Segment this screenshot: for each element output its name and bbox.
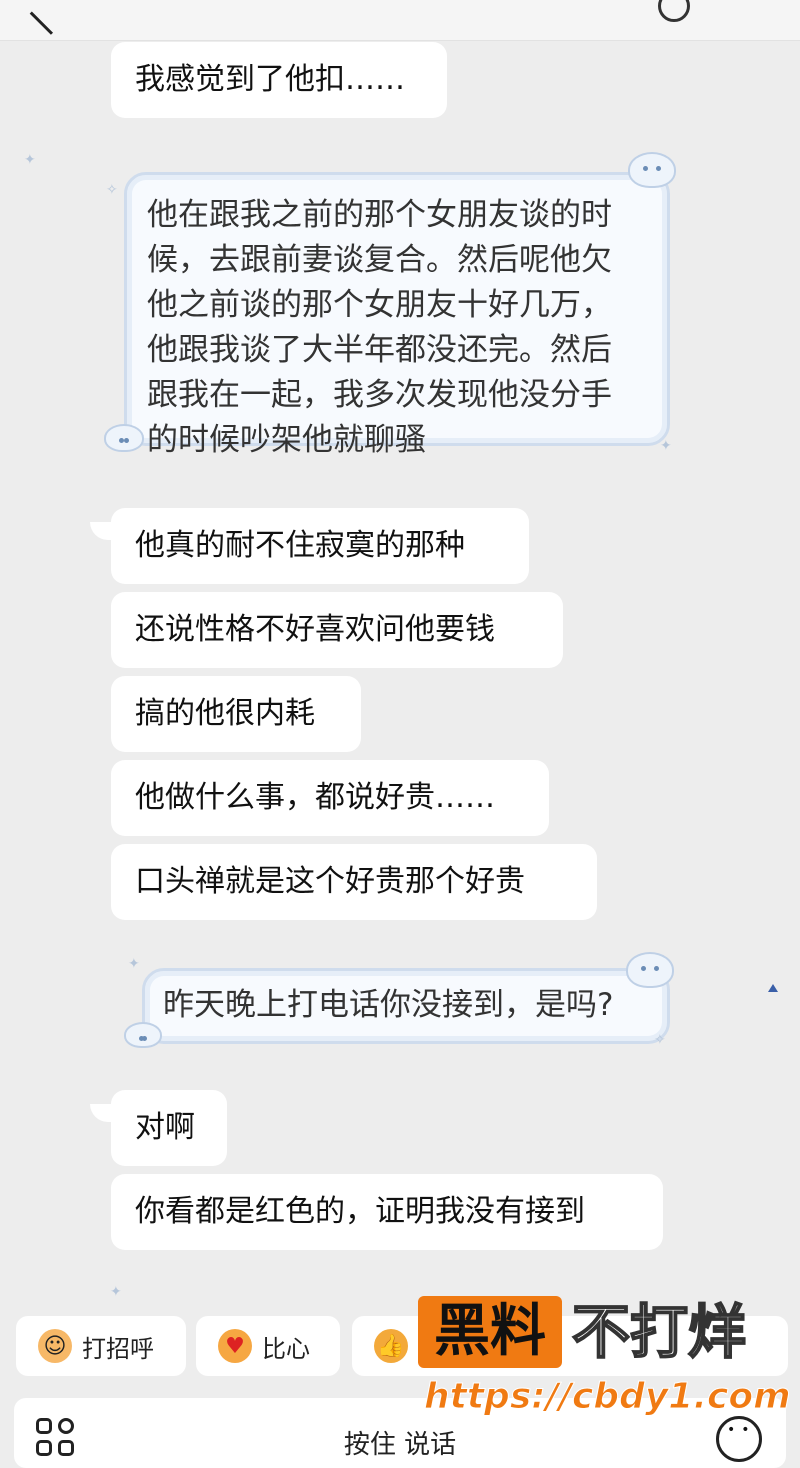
- attachment-icon[interactable]: [658, 0, 690, 22]
- message-bubble[interactable]: 口头禅就是这个好贵那个好贵: [111, 844, 597, 920]
- message-text: 我感觉到了他扣……: [135, 62, 405, 97]
- heart-hand-icon: ♥: [218, 1329, 252, 1363]
- message-text: 口头禅就是这个好贵那个好贵: [135, 864, 525, 899]
- watermark-text: 不打烊: [571, 1297, 747, 1367]
- star-icon: ✧: [654, 1032, 666, 1048]
- message-bubble[interactable]: 他真的耐不住寂寞的那种: [111, 508, 529, 584]
- cat-sticker-icon: [626, 952, 674, 988]
- quick-reply-label: 打招呼: [82, 1334, 154, 1363]
- message-text: 搞的他很内耗: [135, 696, 315, 731]
- smile-wave-icon: ☺: [38, 1329, 72, 1363]
- quick-reply-heart[interactable]: ♥ 比心: [196, 1316, 340, 1376]
- quick-reply-greet[interactable]: ☺ 打招呼: [16, 1316, 186, 1376]
- message-text: 还说性格不好喜欢问他要钱: [135, 612, 495, 647]
- message-text: 他在跟我之前的那个女朋友谈的时 候，去跟前妻谈复合。然后呢他欠 他之前谈的那个女…: [147, 197, 612, 458]
- message-text: 你看都是红色的，证明我没有接到: [135, 1194, 585, 1229]
- quick-reply-label: 比心: [262, 1334, 310, 1363]
- message-bubble-decorated[interactable]: 他在跟我之前的那个女朋友谈的时 候，去跟前妻谈复合。然后呢他欠 他之前谈的那个女…: [124, 172, 670, 458]
- emoji-icon[interactable]: [716, 1416, 762, 1462]
- message-bubble-decorated[interactable]: 昨天晚上打电话你没接到，是吗?: [142, 968, 670, 1044]
- message-bubble[interactable]: 我感觉到了他扣……: [111, 42, 447, 118]
- message-bubble[interactable]: 对啊: [111, 1090, 227, 1166]
- message-text: 昨天晚上打电话你没接到，是吗?: [163, 987, 614, 1023]
- message-bubble[interactable]: 你看都是红色的，证明我没有接到: [111, 1174, 663, 1250]
- back-arrow-icon[interactable]: [29, 0, 82, 35]
- cat-sticker-icon: [124, 1022, 162, 1048]
- star-icon: ✧: [106, 182, 118, 198]
- hold-to-talk-button[interactable]: 按住 说话: [14, 1424, 786, 1461]
- message-text: 他真的耐不住寂寞的那种: [135, 528, 465, 563]
- message-text: 对啊: [135, 1110, 195, 1145]
- indicator-marker: [768, 984, 778, 992]
- watermark-url: https://cbdy1.com: [424, 1376, 792, 1418]
- watermark-badge: 黑料: [418, 1296, 562, 1368]
- thumbs-up-icon: 👍: [374, 1329, 408, 1363]
- cat-sticker-icon: [104, 424, 144, 452]
- message-bubble[interactable]: 他做什么事，都说好贵……: [111, 760, 549, 836]
- star-icon: ✦: [24, 152, 36, 168]
- message-bubble[interactable]: 还说性格不好喜欢问他要钱: [111, 592, 563, 668]
- star-icon: ✦: [660, 438, 672, 454]
- cat-sticker-icon: [628, 152, 676, 188]
- chat-header: [0, 0, 800, 41]
- message-text: 他做什么事，都说好贵……: [135, 780, 495, 815]
- star-icon: ✦: [128, 956, 140, 972]
- message-bubble[interactable]: 搞的他很内耗: [111, 676, 361, 752]
- star-icon: ✦: [110, 1284, 122, 1300]
